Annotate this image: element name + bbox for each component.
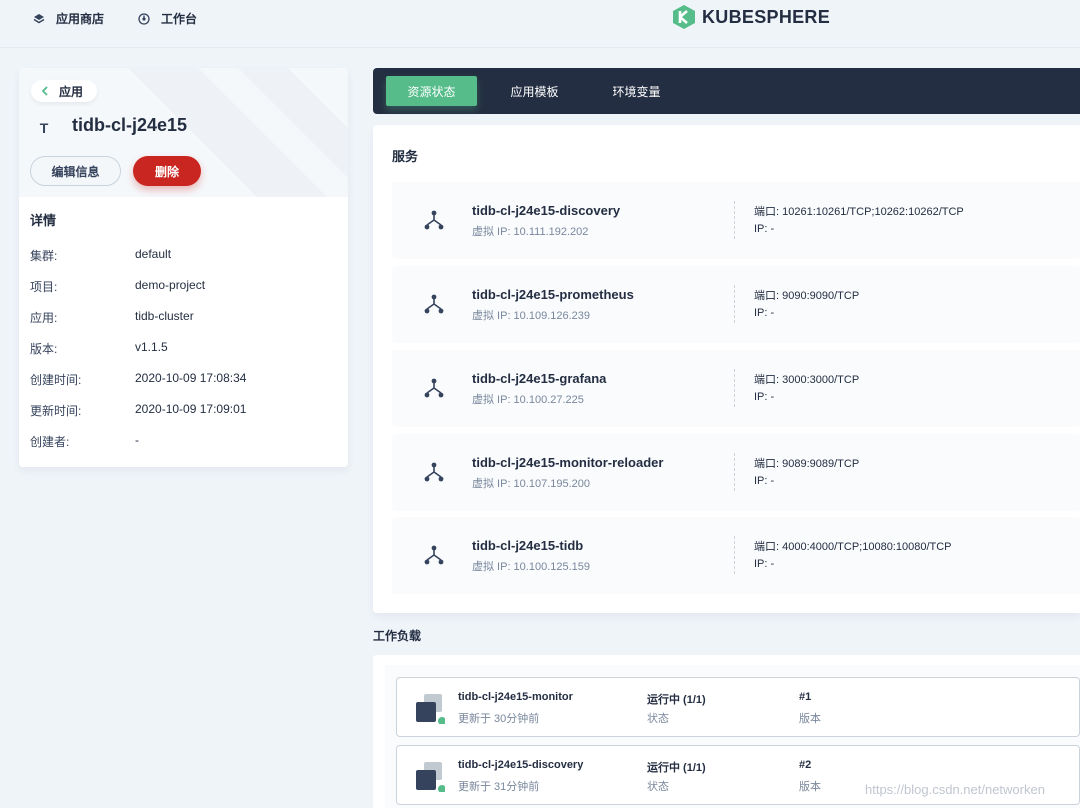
- detail-key: 项目:: [30, 280, 58, 294]
- service-name[interactable]: tidb-cl-j24e15-grafana: [472, 371, 606, 386]
- service-ports: 端口: 9089:9089/TCP: [754, 458, 860, 470]
- service-ports: 端口: 9090:9090/TCP: [754, 290, 860, 302]
- app-name: tidb-cl-j24e15: [72, 115, 188, 135]
- service-virtual-ip: 虚拟 IP: 10.107.195.200: [472, 478, 591, 490]
- kubesphere-logo[interactable]: KUBESPHERE: [672, 4, 830, 30]
- divider: [734, 285, 735, 323]
- app-letter-icon: T: [39, 120, 49, 136]
- service-icon: [424, 210, 444, 230]
- detail-value: demo-project: [135, 278, 206, 292]
- service-ip: IP: -: [754, 475, 775, 487]
- delete-button[interactable]: 删除: [133, 156, 201, 186]
- detail-key: 应用:: [30, 311, 58, 325]
- workload-version: #1: [799, 691, 812, 703]
- service-ip: IP: -: [754, 307, 775, 319]
- detail-value: 2020-10-09 17:09:01: [135, 402, 247, 416]
- service-row[interactable]: tidb-cl-j24e15-prometheus 虚拟 IP: 10.109.…: [392, 266, 1080, 343]
- service-icon: [424, 378, 444, 398]
- brand-name: KUBESPHERE: [702, 6, 831, 27]
- service-row[interactable]: tidb-cl-j24e15-tidb 虚拟 IP: 10.100.125.15…: [392, 517, 1080, 594]
- service-icon: [424, 462, 444, 482]
- kubesphere-logo-icon: [673, 5, 695, 29]
- watermark: https://blog.csdn.net/networken: [865, 782, 1045, 797]
- workload-icon: [416, 694, 445, 724]
- detail-value: 2020-10-09 17:08:34: [135, 371, 247, 385]
- chevron-left-icon: [41, 86, 48, 96]
- detail-row-updated-time: 更新时间: 2020-10-09 17:09:01: [30, 402, 246, 418]
- workload-version: #2: [799, 759, 812, 771]
- workload-updated: 更新于 31分钟前: [458, 781, 540, 793]
- workload-icon: [416, 762, 445, 792]
- service-virtual-ip: 虚拟 IP: 10.100.125.159: [472, 561, 591, 573]
- service-ports: 端口: 10261:10261/TCP;10262:10262/TCP: [754, 206, 964, 218]
- divider: [734, 201, 735, 239]
- service-ip: IP: -: [754, 558, 775, 570]
- detail-value: v1.1.5: [135, 340, 168, 354]
- detail-value: default: [135, 247, 172, 261]
- service-ports: 端口: 4000:4000/TCP;10080:10080/TCP: [754, 541, 952, 553]
- detail-key: 创建者:: [30, 435, 70, 449]
- nav-app-store-label: 应用商店: [56, 12, 105, 26]
- services-card: 服务 tidb-cl-j24e15-discovery 虚拟 IP: 10.11…: [373, 125, 1080, 613]
- nav-workbench[interactable]: 工作台: [137, 10, 197, 27]
- detail-row-created-time: 创建时间: 2020-10-09 17:08:34: [30, 371, 246, 387]
- workload-row[interactable]: tidb-cl-j24e15-monitor 更新于 30分钟前 运行中 (1/…: [396, 677, 1080, 737]
- detail-row-version: 版本: v1.1.5: [30, 340, 168, 356]
- service-ports: 端口: 3000:3000/TCP: [754, 374, 860, 386]
- service-ip: IP: -: [754, 391, 775, 403]
- workload-updated: 更新于 30分钟前: [458, 713, 540, 725]
- tab-resource-status[interactable]: 资源状态: [386, 76, 477, 106]
- details-title: 详情: [30, 213, 57, 228]
- dashboard-icon: [137, 12, 151, 26]
- services-title: 服务: [392, 149, 419, 164]
- detail-row-project: 项目: demo-project: [30, 278, 205, 294]
- service-name[interactable]: tidb-cl-j24e15-prometheus: [472, 287, 634, 302]
- tab-bar: 资源状态 应用模板 环境变量: [373, 68, 1080, 114]
- edit-info-button[interactable]: 编辑信息: [30, 156, 121, 186]
- app-info-header: 应用 T tidb-cl-j24e15 编辑信息 删除: [19, 68, 348, 197]
- detail-row-app: 应用: tidb-cluster: [30, 309, 194, 325]
- tab-app-template[interactable]: 应用模板: [497, 76, 572, 106]
- service-ip: IP: -: [754, 223, 775, 235]
- workload-status: 运行中 (1/1): [647, 762, 706, 774]
- back-button[interactable]: 应用: [31, 80, 98, 102]
- service-name[interactable]: tidb-cl-j24e15-tidb: [472, 538, 583, 553]
- service-name[interactable]: tidb-cl-j24e15-discovery: [472, 203, 620, 218]
- detail-value: -: [135, 433, 139, 447]
- service-icon: [424, 545, 444, 565]
- divider: [734, 536, 735, 574]
- service-row[interactable]: tidb-cl-j24e15-monitor-reloader 虚拟 IP: 1…: [392, 434, 1080, 511]
- service-name[interactable]: tidb-cl-j24e15-monitor-reloader: [472, 455, 663, 470]
- back-button-label: 应用: [59, 84, 84, 99]
- nav-app-store[interactable]: 应用商店: [32, 10, 104, 27]
- service-virtual-ip: 虚拟 IP: 10.109.126.239: [472, 310, 591, 322]
- workload-name[interactable]: tidb-cl-j24e15-discovery: [458, 759, 583, 771]
- detail-key: 集群:: [30, 249, 58, 263]
- workloads-title: 工作负载: [373, 629, 422, 643]
- detail-row-creator: 创建者: -: [30, 433, 139, 449]
- detail-row-cluster: 集群: default: [30, 247, 171, 263]
- tab-env-variables[interactable]: 环境变量: [599, 76, 674, 106]
- workload-name[interactable]: tidb-cl-j24e15-monitor: [458, 691, 573, 703]
- divider: [734, 369, 735, 407]
- layers-icon: [32, 12, 46, 26]
- divider: [734, 453, 735, 491]
- service-row[interactable]: tidb-cl-j24e15-discovery 虚拟 IP: 10.111.1…: [392, 182, 1080, 259]
- detail-value: tidb-cluster: [135, 309, 194, 323]
- app-info-card: 应用 T tidb-cl-j24e15 编辑信息 删除 详情 集群: defau…: [19, 68, 348, 467]
- workload-status-label: 状态: [647, 713, 669, 725]
- detail-key: 版本:: [30, 342, 58, 356]
- service-icon: [424, 294, 444, 314]
- workload-status-label: 状态: [647, 781, 669, 793]
- workload-version-label: 版本: [799, 781, 821, 793]
- detail-key: 更新时间:: [30, 404, 82, 418]
- service-virtual-ip: 虚拟 IP: 10.111.192.202: [472, 226, 589, 238]
- workload-version-label: 版本: [799, 713, 821, 725]
- detail-key: 创建时间:: [30, 373, 82, 387]
- top-navigation: 应用商店 工作台 KUBESPHERE: [0, 0, 1080, 48]
- service-virtual-ip: 虚拟 IP: 10.100.27.225: [472, 394, 584, 406]
- service-row[interactable]: tidb-cl-j24e15-grafana 虚拟 IP: 10.100.27.…: [392, 350, 1080, 427]
- workload-status: 运行中 (1/1): [647, 694, 706, 706]
- nav-workbench-label: 工作台: [161, 12, 198, 26]
